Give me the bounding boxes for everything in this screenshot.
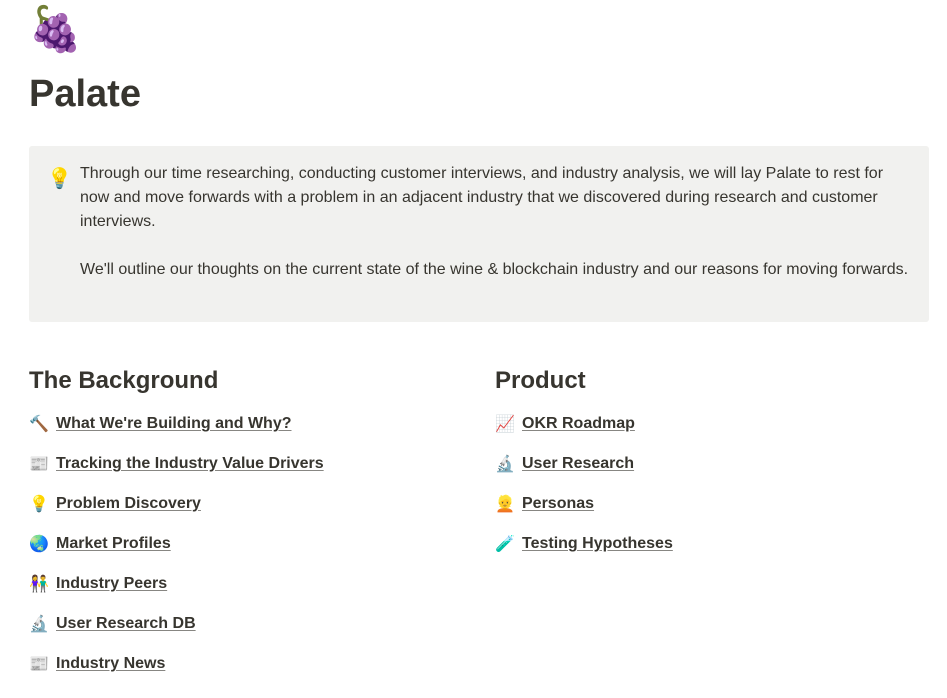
chart-increasing-icon: 📈 — [495, 414, 515, 433]
link-okr-roadmap[interactable]: 📈 OKR Roadmap — [495, 404, 925, 444]
link-label[interactable]: Testing Hypotheses — [522, 535, 673, 553]
link-label[interactable]: Industry Peers — [56, 575, 167, 593]
link-what-were-building[interactable]: 🔨 What We're Building and Why? — [29, 404, 469, 444]
link-label[interactable]: Industry News — [56, 655, 165, 673]
link-user-research[interactable]: 🔬 User Research — [495, 444, 925, 484]
link-market-profiles[interactable]: 🌏 Market Profiles — [29, 524, 469, 564]
link-industry-peers[interactable]: 👫 Industry Peers — [29, 564, 469, 604]
link-label[interactable]: Problem Discovery — [56, 495, 201, 513]
lightbulb-icon: 💡 — [29, 494, 49, 513]
link-label[interactable]: What We're Building and Why? — [56, 415, 292, 433]
hammer-icon: 🔨 — [29, 414, 49, 433]
people-icon: 👫 — [29, 574, 49, 593]
microscope-icon: 🔬 — [495, 454, 515, 473]
lightbulb-icon[interactable]: 💡 — [47, 166, 72, 190]
test-tube-icon: 🧪 — [495, 534, 515, 553]
link-problem-discovery[interactable]: 💡 Problem Discovery — [29, 484, 469, 524]
link-label[interactable]: Tracking the Industry Value Drivers — [56, 455, 324, 473]
link-label[interactable]: User Research DB — [56, 615, 196, 633]
link-label[interactable]: Personas — [522, 495, 594, 513]
link-user-research-db[interactable]: 🔬 User Research DB — [29, 604, 469, 644]
callout-block: 💡 Through our time researching, conducti… — [29, 146, 929, 322]
link-label[interactable]: Market Profiles — [56, 535, 171, 553]
newspaper-icon: 📰 — [29, 654, 49, 673]
background-heading: The Background — [29, 367, 219, 394]
microscope-icon: 🔬 — [29, 614, 49, 633]
link-tracking-value-drivers[interactable]: 📰 Tracking the Industry Value Drivers — [29, 444, 469, 484]
product-column: Product 📈 OKR Roadmap 🔬 User Research 👱 … — [495, 364, 925, 564]
link-personas[interactable]: 👱 Personas — [495, 484, 925, 524]
link-industry-news[interactable]: 📰 Industry News — [29, 644, 469, 684]
callout-text[interactable]: Through our time researching, conducting… — [80, 162, 910, 282]
page-title[interactable]: Palate — [29, 70, 141, 118]
background-column: The Background 🔨 What We're Building and… — [29, 364, 469, 684]
background-link-list: 🔨 What We're Building and Why? 📰 Trackin… — [29, 404, 469, 684]
link-label[interactable]: User Research — [522, 455, 634, 473]
globe-icon: 🌏 — [29, 534, 49, 553]
newspaper-icon: 📰 — [29, 454, 49, 473]
callout-paragraph-2: We'll outline our thoughts on the curren… — [80, 261, 909, 278]
page: 🍇 Palate 💡 Through our time researching,… — [0, 0, 947, 698]
callout-paragraph-1: Through our time researching, conducting… — [80, 165, 884, 230]
link-testing-hypotheses[interactable]: 🧪 Testing Hypotheses — [495, 524, 925, 564]
product-link-list: 📈 OKR Roadmap 🔬 User Research 👱 Personas… — [495, 404, 925, 564]
grapes-icon[interactable]: 🍇 — [28, 4, 83, 56]
person-icon: 👱 — [495, 494, 515, 513]
link-label[interactable]: OKR Roadmap — [522, 415, 635, 433]
product-heading: Product — [495, 367, 586, 394]
